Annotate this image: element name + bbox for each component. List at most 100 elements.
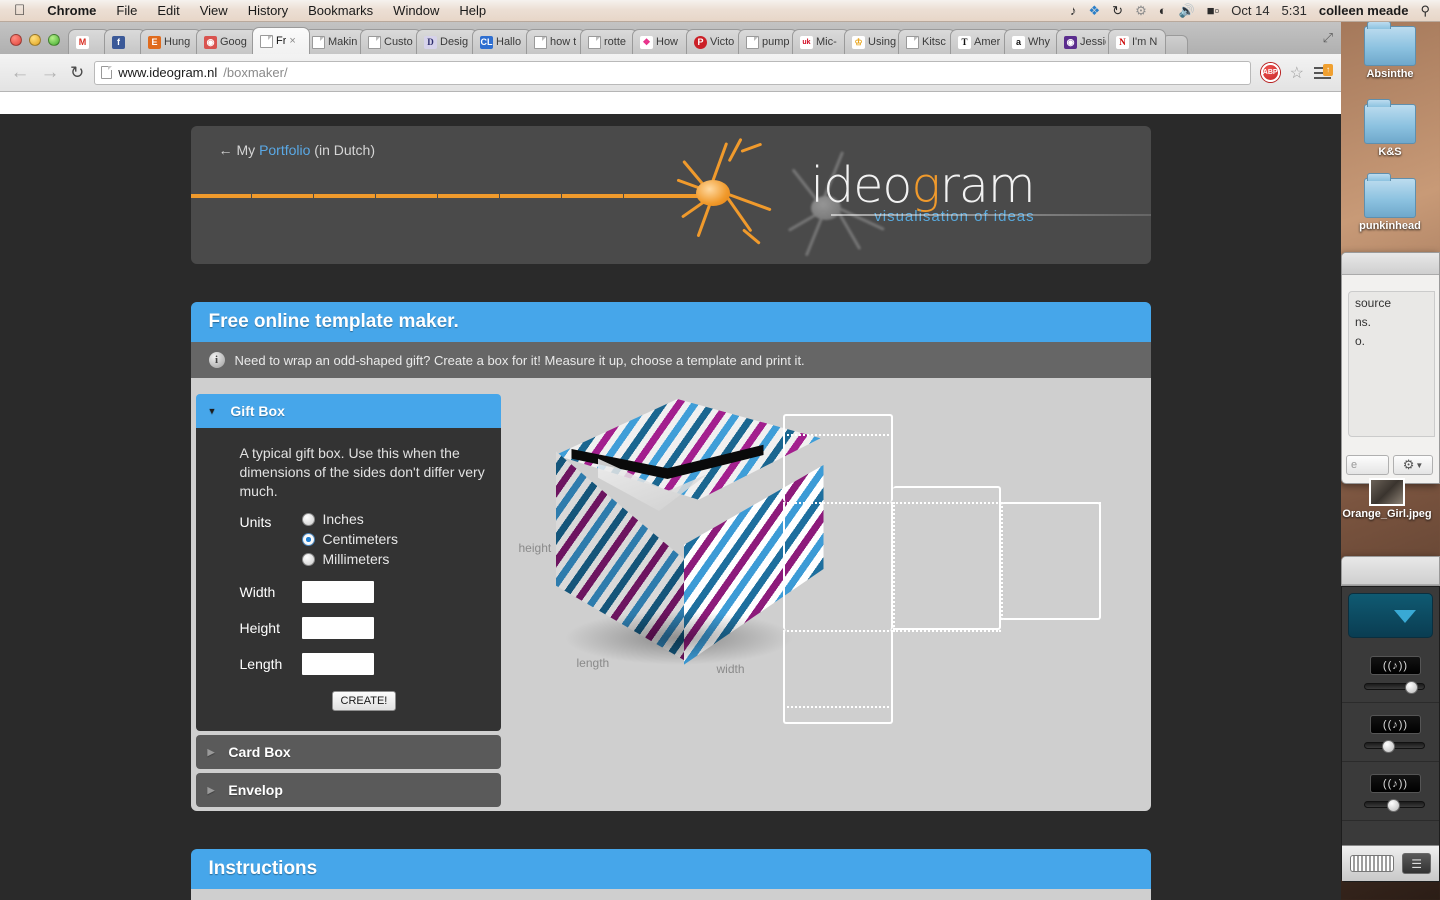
browser-tab-active[interactable]: Fr ×: [252, 27, 310, 54]
width-input[interactable]: [301, 581, 374, 603]
music-note-icon[interactable]: ♪: [1070, 4, 1077, 17]
menu-item-bookmarks[interactable]: Bookmarks: [298, 0, 383, 22]
window-titlebar[interactable]: [1342, 253, 1439, 275]
slider-knob[interactable]: [1405, 681, 1419, 694]
accordion-header-card-box[interactable]: ▶ Card Box: [195, 735, 501, 769]
portfolio-link[interactable]: Portfolio: [259, 142, 310, 158]
close-window-button[interactable]: [10, 34, 22, 46]
etsy-icon: E: [148, 35, 161, 49]
menu-item-history[interactable]: History: [238, 0, 298, 22]
spotlight-search-icon[interactable]: ⚲: [1420, 4, 1430, 17]
browser-tab[interactable]: how t: [526, 29, 586, 54]
browser-tab[interactable]: D Desig: [416, 29, 478, 54]
browser-tab[interactable]: rotte: [580, 29, 638, 54]
menu-item-edit[interactable]: Edit: [147, 0, 189, 22]
reload-icon[interactable]: ↻: [70, 63, 84, 83]
address-bar[interactable]: www.ideogram.nl/boxmaker/: [94, 60, 1251, 85]
accordion-item-card-box: ▶ Card Box: [195, 735, 501, 769]
create-button[interactable]: CREATE!: [331, 691, 397, 711]
volume-slider[interactable]: [1364, 799, 1425, 812]
desktop-folder-ks[interactable]: K&S: [1340, 99, 1440, 159]
url-path: /boxmaker/: [223, 65, 288, 80]
logo-part-3: ram: [939, 157, 1036, 214]
units-label: Units: [239, 514, 272, 530]
hamburger-menu-icon[interactable]: ↑: [1314, 63, 1333, 79]
gear-icon[interactable]: ⚙ ▼: [1393, 455, 1433, 475]
fullscreen-toggle-icon[interactable]: ⤢: [1323, 30, 1333, 46]
info-icon: i: [208, 352, 225, 368]
apple-icon[interactable]: : [0, 3, 37, 18]
nytimes-icon: T: [958, 35, 971, 49]
length-input[interactable]: [301, 653, 374, 675]
speaker-music-icon[interactable]: ((♪)): [1370, 715, 1421, 734]
tab-label: Desig: [440, 36, 469, 48]
volume-slider[interactable]: [1364, 681, 1425, 694]
radio-icon[interactable]: [301, 552, 315, 566]
maximize-window-button[interactable]: [48, 34, 60, 46]
chevron-down-icon[interactable]: [1394, 610, 1416, 623]
browser-tab[interactable]: CL Hallo: [472, 29, 532, 54]
speaker-music-icon[interactable]: ((♪)): [1370, 774, 1421, 793]
radio-centimeters[interactable]: Centimeters: [301, 531, 398, 547]
time-machine-icon[interactable]: ↻: [1112, 4, 1123, 17]
slider-knob[interactable]: [1387, 799, 1401, 812]
star-icon[interactable]: ☆: [1290, 63, 1304, 83]
radio-icon-selected[interactable]: [301, 532, 315, 546]
browser-tab[interactable]: E Hung: [140, 29, 202, 54]
radio-inches[interactable]: Inches: [301, 511, 398, 527]
equalizer-icon[interactable]: ☰: [1402, 853, 1431, 874]
desktop-folder-punkinhead[interactable]: punkinhead: [1340, 173, 1440, 233]
radio-icon[interactable]: [301, 512, 315, 526]
menu-item-view[interactable]: View: [190, 0, 238, 22]
browser-tab[interactable]: uk Mic-: [792, 29, 850, 54]
background-window-fragment[interactable]: source ns. o. e ⚙ ▼: [1341, 252, 1440, 484]
browser-tab[interactable]: N I'm N: [1108, 29, 1166, 54]
background-window-fragment-2[interactable]: [1341, 556, 1440, 586]
slider-knob[interactable]: [1381, 740, 1395, 753]
dropbox-icon[interactable]: ❖: [1089, 4, 1101, 17]
browser-tab[interactable]: Custo: [360, 29, 422, 54]
width-label: Width: [239, 584, 276, 600]
back-arrow-icon[interactable]: ←: [10, 63, 30, 82]
desktop-file-orange-girl[interactable]: Orange_Girl.jpeg: [1332, 478, 1440, 521]
browser-tab[interactable]: a Why: [1004, 29, 1062, 54]
accordion-header-gift-box[interactable]: ▼ Gift Box: [195, 394, 501, 428]
battery-icon[interactable]: ■▫: [1207, 4, 1219, 17]
audio-mixer-panel[interactable]: ((♪)) ((♪)) ((♪)) ☰: [1341, 586, 1440, 882]
tab-label: Hallo: [496, 36, 522, 48]
audio-display[interactable]: [1348, 593, 1433, 638]
browser-tab[interactable]: T Amer: [950, 29, 1010, 54]
uk-icon: uk: [800, 35, 813, 49]
window-footer-controls: e ⚙ ▼: [1346, 455, 1433, 475]
close-icon[interactable]: ×: [289, 35, 295, 47]
window-traffic-lights: [6, 34, 68, 54]
menu-bar-username[interactable]: colleen meade: [1319, 3, 1409, 18]
browser-tab[interactable]: ❖ How: [632, 29, 692, 54]
browser-tab[interactable]: ◉ Goog: [196, 29, 258, 54]
menu-item-help[interactable]: Help: [449, 0, 496, 22]
browser-tab[interactable]: ◉ Jessic: [1056, 29, 1114, 54]
height-input[interactable]: [301, 617, 374, 639]
forward-arrow-icon[interactable]: →: [40, 63, 60, 82]
minimize-window-button[interactable]: [29, 34, 41, 46]
wifi-icon[interactable]: ◐: [1159, 4, 1167, 17]
window-titlebar[interactable]: [1342, 557, 1439, 585]
bluetooth-icon[interactable]: ⚙: [1135, 4, 1147, 17]
fragment-line-1: source: [1355, 296, 1392, 310]
browser-tab[interactable]: ♔ Using: [844, 29, 904, 54]
browser-tab[interactable]: pump: [738, 29, 798, 54]
adblock-icon[interactable]: ABP: [1260, 63, 1280, 82]
radio-millimeters[interactable]: Millimeters: [301, 551, 398, 567]
volume-slider[interactable]: [1364, 740, 1425, 753]
browser-tab[interactable]: Makin: [304, 29, 366, 54]
volume-icon[interactable]: 🔊: [1179, 4, 1195, 17]
desktop-folder-absinthe[interactable]: Absinthe: [1340, 21, 1440, 81]
browser-tab[interactable]: Kitsc: [898, 29, 956, 54]
browser-tab[interactable]: P Victo: [686, 29, 744, 54]
menu-item-window[interactable]: Window: [383, 0, 449, 22]
accordion-header-envelop[interactable]: ▶ Envelop: [195, 773, 501, 807]
menu-item-chrome[interactable]: Chrome: [37, 0, 106, 22]
speaker-music-icon[interactable]: ((♪)): [1370, 656, 1421, 675]
menu-item-file[interactable]: File: [106, 0, 147, 22]
fragment-pill-button[interactable]: e: [1346, 455, 1389, 475]
